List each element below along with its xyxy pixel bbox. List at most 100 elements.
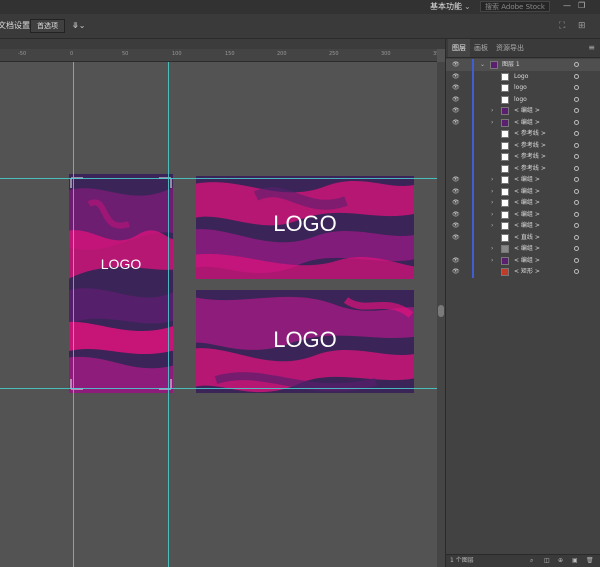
eye-icon[interactable]: 👁 xyxy=(452,174,460,186)
layer-row[interactable]: 👁 logo xyxy=(446,93,600,106)
guide-vertical-right[interactable] xyxy=(168,62,169,567)
target-icon[interactable] xyxy=(574,96,579,102)
layer-row[interactable]: 👁 < 直线 > xyxy=(446,231,600,244)
layer-label: < 编组 > xyxy=(514,118,540,126)
layer-row[interactable]: 👁 › < 编组 > xyxy=(446,185,600,198)
layer-row[interactable]: 👁 › < 编组 > xyxy=(446,105,600,117)
horizontal-business-card-bottom[interactable]: LOGO xyxy=(196,290,414,393)
layer-row[interactable]: < 参考线 > xyxy=(446,128,600,140)
target-icon[interactable] xyxy=(574,211,579,217)
layer-label: Logo xyxy=(514,72,529,80)
target-icon[interactable] xyxy=(574,257,579,263)
ruler-tick: 200 xyxy=(277,51,287,57)
target-icon[interactable] xyxy=(574,269,579,274)
layer-row[interactable]: 👁 Logo xyxy=(446,70,600,83)
target-icon[interactable] xyxy=(574,142,579,148)
layer-row[interactable]: 👁 › < 编组 > xyxy=(446,116,600,129)
chevron-right-icon[interactable]: › xyxy=(491,186,493,198)
layer-color-bar xyxy=(472,208,474,220)
chevron-right-icon[interactable]: › xyxy=(491,197,493,209)
document-tab-strip xyxy=(0,39,445,49)
chevron-right-icon[interactable]: › xyxy=(491,117,493,129)
layer-row[interactable]: < 参考线 > xyxy=(446,151,600,163)
target-icon[interactable] xyxy=(574,246,579,251)
logo-text[interactable]: LOGO xyxy=(69,256,173,272)
eye-icon[interactable]: 👁 xyxy=(452,105,460,117)
new-layer-icon[interactable]: ▣ xyxy=(572,555,578,567)
make-clipping-mask-icon[interactable]: ◫ xyxy=(544,555,550,567)
eye-icon[interactable]: 👁 xyxy=(452,255,460,267)
new-sublayer-icon[interactable]: ⊕ xyxy=(558,555,563,567)
eye-icon[interactable]: 👁 xyxy=(452,232,460,244)
workspace-switcher[interactable]: 基本功能 xyxy=(430,0,462,14)
restore-icon[interactable]: ❐ xyxy=(578,0,585,12)
horizontal-business-card-top[interactable]: LOGO xyxy=(196,176,414,279)
target-icon[interactable] xyxy=(574,200,579,205)
eye-icon[interactable]: 👁 xyxy=(452,94,460,106)
target-icon[interactable] xyxy=(574,177,579,182)
target-icon[interactable] xyxy=(574,85,579,90)
logo-text[interactable]: LOGO xyxy=(196,327,414,353)
chevron-right-icon[interactable]: › xyxy=(491,255,493,267)
document-setup-button[interactable]: 文档设置 xyxy=(0,19,30,33)
delete-icon[interactable]: 🗑 xyxy=(586,555,594,567)
arrange-dropdown[interactable]: ⤋⌄ xyxy=(72,19,85,33)
layer-row[interactable]: < 参考线 > xyxy=(446,162,600,174)
align-icon[interactable]: ⛶ xyxy=(559,19,565,33)
chevron-down-icon[interactable]: ⌄ xyxy=(480,59,485,71)
target-icon[interactable] xyxy=(574,188,579,194)
layer-row[interactable]: 👁 › < 编组 > xyxy=(446,174,600,186)
guide-vertical-left[interactable] xyxy=(73,62,74,567)
layer-row[interactable]: 👁 ⌄ 图层 1 xyxy=(446,59,600,71)
guide-horizontal-bottom[interactable] xyxy=(0,388,437,389)
chevron-right-icon[interactable]: › xyxy=(491,105,493,117)
chevron-right-icon[interactable]: › xyxy=(491,174,493,186)
target-icon[interactable] xyxy=(574,119,579,125)
layer-row[interactable]: 👁 › < 编组 > xyxy=(446,254,600,267)
layer-row[interactable]: 👁 › < 编组 > xyxy=(446,197,600,209)
stock-search-input[interactable]: 搜索 Adobe Stock xyxy=(480,1,550,12)
target-icon[interactable] xyxy=(574,223,579,228)
target-icon[interactable] xyxy=(574,73,579,79)
chevron-right-icon[interactable]: › xyxy=(491,209,493,221)
horizontal-ruler[interactable]: -50 0 50 100 150 200 250 300 350 xyxy=(0,49,437,62)
target-icon[interactable] xyxy=(574,154,579,159)
scrollbar-thumb[interactable] xyxy=(438,305,444,317)
eye-icon[interactable]: 👁 xyxy=(452,82,460,94)
target-icon[interactable] xyxy=(574,62,579,67)
layer-row[interactable]: › < 编组 > xyxy=(446,243,600,255)
target-icon[interactable] xyxy=(574,234,579,240)
chevron-down-icon[interactable]: ⌄ xyxy=(464,0,471,14)
layer-row[interactable]: 👁 › < 编组 > xyxy=(446,208,600,221)
tab-layers[interactable]: 图层 xyxy=(448,39,470,57)
preferences-button[interactable]: 首选项 xyxy=(30,19,65,33)
eye-icon[interactable]: 👁 xyxy=(452,220,460,232)
canvas-vertical-scrollbar[interactable] xyxy=(437,62,445,567)
artboard-canvas[interactable]: LOGO LOGO LOGO xyxy=(0,62,437,567)
chevron-right-icon[interactable]: › xyxy=(491,220,493,232)
eye-icon[interactable]: 👁 xyxy=(452,117,460,129)
layer-row[interactable]: 👁 < 矩形 > xyxy=(446,266,600,278)
eye-icon[interactable]: 👁 xyxy=(452,71,460,83)
target-icon[interactable] xyxy=(574,108,579,113)
layer-row[interactable]: 👁 › < 编组 > xyxy=(446,220,600,232)
target-icon[interactable] xyxy=(574,131,579,136)
tab-artboards[interactable]: 画板 xyxy=(470,39,492,57)
eye-icon[interactable]: 👁 xyxy=(452,266,460,278)
panel-menu-icon[interactable]: ≡ xyxy=(588,39,595,57)
eye-icon[interactable]: 👁 xyxy=(452,186,460,198)
locate-object-icon[interactable]: ⌕ xyxy=(530,555,533,567)
target-icon[interactable] xyxy=(574,165,579,171)
vertical-business-card[interactable]: LOGO xyxy=(69,174,173,393)
minimize-icon[interactable]: — xyxy=(563,0,571,12)
guide-horizontal-top[interactable] xyxy=(0,178,437,179)
eye-icon[interactable]: 👁 xyxy=(452,209,460,221)
eye-icon[interactable]: 👁 xyxy=(452,59,460,71)
logo-text[interactable]: LOGO xyxy=(196,211,414,237)
transform-icon[interactable]: ⊞ xyxy=(578,19,586,33)
layer-row[interactable]: < 参考线 > xyxy=(446,139,600,151)
tab-asset-export[interactable]: 资源导出 xyxy=(492,39,528,57)
eye-icon[interactable]: 👁 xyxy=(452,197,460,209)
chevron-right-icon[interactable]: › xyxy=(491,243,493,255)
layer-row[interactable]: 👁 logo xyxy=(446,82,600,94)
